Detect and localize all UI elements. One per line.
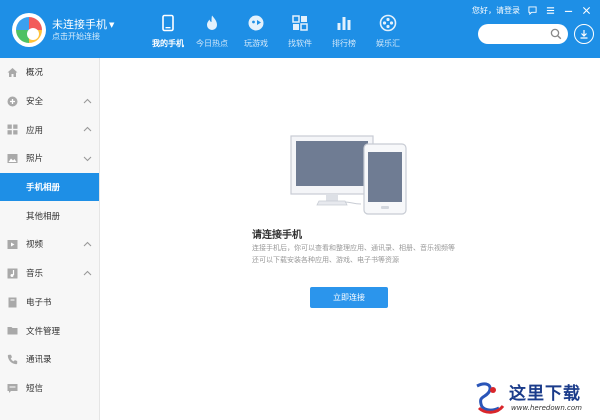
watermark-url: www.heredown.com [511,404,582,412]
book-icon [8,297,17,307]
menu-button[interactable] [544,4,556,16]
logo-icon [16,17,42,43]
nav-play-games[interactable]: 玩游戏 [234,0,278,58]
sidebar-item-label: 其他相册 [26,211,61,222]
chevron-up-icon [83,98,92,104]
sidebar-item-music[interactable]: 音乐 [0,259,99,288]
message-icon [7,383,18,393]
sidebar-item-label: 文件管理 [26,326,61,337]
sidebar-item-other-albums[interactable]: 其他相册 [0,201,99,230]
description-line: 连接手机后，你可以查看和整理应用、通讯录、相册、音乐视频等 [252,244,455,252]
start-connect-link[interactable]: 点击开始连接 [52,31,100,42]
app-logo[interactable] [12,13,46,47]
chevron-down-icon [83,156,92,162]
chat-bubble-icon [527,5,537,15]
sidebar-item-label: 照片 [26,154,44,165]
home-icon [7,68,18,77]
sidebar-item-label: 音乐 [26,269,44,280]
nav-find-software[interactable]: 找软件 [278,0,322,58]
play-icon [7,240,18,250]
download-icon [580,30,588,39]
search-icon[interactable] [550,28,562,40]
sidebar-item-label: 电子书 [26,297,52,308]
watermark-logo-icon [476,382,505,414]
sidebar-item-label: 手机相册 [26,183,61,194]
chevron-up-icon [83,241,92,247]
nav-label: 排行榜 [332,39,356,48]
watermark: 这里下载 www.heredown.com [471,378,597,418]
main-content: 请连接手机 连接手机后，你可以查看和整理应用、通讯录、相册、音乐视频等 还可以下… [101,58,600,420]
sidebar-item-label: 安全 [26,97,44,108]
sidebar-item-label: 短信 [26,383,44,394]
nav-label: 今日热点 [196,39,228,48]
nav-label: 玩游戏 [244,39,268,48]
devices-illustration [290,135,407,215]
watermark-text: 这里下载 [509,384,581,404]
description-line: 还可以下载安装各种应用、游戏、电子书等资源 [252,256,399,264]
device-selector[interactable]: 未连接手机 ▼ [52,16,114,32]
nav-label: 找软件 [288,39,312,48]
sidebar-item-contacts[interactable]: 通讯录 [0,345,99,374]
caret-down-icon: ▼ [109,21,115,29]
nav-entertainment[interactable]: 娱乐汇 [366,0,410,58]
chevron-up-icon [83,270,92,276]
connect-title: 请连接手机 [252,230,302,241]
phone-handset-icon [7,354,18,365]
top-header: 未连接手机 ▼ 点击开始连接 我的手机 今日热点 玩游戏 找软件 排行榜 娱乐汇 … [0,0,600,58]
bar-chart-icon [337,17,351,30]
sidebar-item-ebooks[interactable]: 电子书 [0,288,99,317]
nav-label: 娱乐汇 [376,39,400,48]
download-manager-button[interactable] [574,24,594,44]
sidebar-item-apps[interactable]: 应用 [0,115,99,144]
connect-description: 连接手机后，你可以查看和整理应用、通讯录、相册、音乐视频等 还可以下载安装各种应… [252,242,492,266]
film-reel-icon [379,14,397,32]
nav-rankings[interactable]: 排行榜 [322,0,366,58]
minimize-icon [564,10,572,12]
search-input[interactable] [486,27,548,41]
main-nav: 我的手机 今日热点 玩游戏 找软件 排行榜 娱乐汇 [146,0,410,58]
login-link[interactable]: 您好，请登录 [472,5,520,16]
sidebar-item-security[interactable]: 安全 [0,87,99,116]
music-note-icon [7,268,18,279]
feedback-button[interactable] [526,4,538,16]
chevron-up-icon [83,127,92,132]
nav-label: 我的手机 [152,39,184,48]
sidebar-item-label: 视频 [26,240,44,251]
device-title-label: 未连接手机 [52,18,107,31]
sidebar-item-label: 概况 [26,68,44,79]
gamepad-icon [248,15,264,31]
shield-plus-icon [7,96,18,107]
sidebar-item-label: 通讯录 [26,355,52,366]
sidebar-item-messages[interactable]: 短信 [0,374,99,403]
sidebar-item-phone-album[interactable]: 手机相册 [0,172,99,202]
nav-hot-today[interactable]: 今日热点 [190,0,234,58]
close-button[interactable] [580,4,592,16]
grid-icon [7,124,18,135]
window-controls: 您好，请登录 [472,4,592,16]
menu-icon [546,6,554,14]
sidebar-item-label: 应用 [26,125,44,136]
sidebar-item-overview[interactable]: 概况 [0,58,99,87]
sidebar: 概况 安全 应用 照片 手机相册 其他相册 视频 音乐 电子书 文件管理 通讯录… [0,58,100,420]
sidebar-item-photos[interactable]: 照片 [0,144,99,173]
close-icon [582,6,590,14]
flame-icon [207,15,217,30]
image-icon [7,154,18,164]
apps-grid-icon [292,15,308,31]
folder-icon [7,327,18,335]
nav-my-phone[interactable]: 我的手机 [146,0,190,58]
connect-now-button[interactable]: 立即连接 [310,287,388,308]
phone-icon [162,14,174,32]
sidebar-item-video[interactable]: 视频 [0,230,99,259]
minimize-button[interactable] [562,4,574,16]
search-box [478,24,568,44]
sidebar-item-file-manager[interactable]: 文件管理 [0,316,99,345]
